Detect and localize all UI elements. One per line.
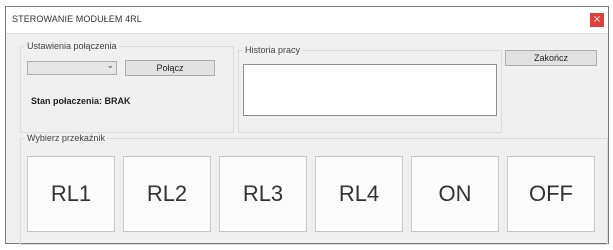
end-button[interactable]: Zakończ	[505, 50, 597, 66]
connection-status: Stan połaczenia: BRAK	[31, 96, 131, 106]
relay-select-group: Wybierz przekaźnik RL1 RL2 RL3 RL4 ON OF…	[20, 133, 608, 245]
relay-button-on[interactable]: ON	[411, 156, 499, 232]
history-legend: Historia pracy	[245, 45, 301, 55]
connection-settings-legend: Ustawienia połączenia	[27, 41, 117, 51]
chevron-down-icon[interactable]: ⌄	[106, 61, 114, 71]
relay-button-rl1[interactable]: RL1	[27, 156, 115, 232]
relay-button-rl2[interactable]: RL2	[123, 156, 211, 232]
relay-button-off[interactable]: OFF	[507, 156, 595, 232]
history-textbox[interactable]	[243, 64, 497, 116]
connect-button[interactable]: Połącz	[125, 60, 215, 76]
close-button[interactable]: ×	[590, 13, 604, 27]
port-select[interactable]: ⌄	[27, 61, 117, 75]
relay-button-rl3[interactable]: RL3	[219, 156, 307, 232]
relay-select-legend: Wybierz przekaźnik	[27, 133, 105, 143]
title-bar: STEROWANIE MODUŁEM 4RL ×	[6, 7, 608, 34]
main-window: STEROWANIE MODUŁEM 4RL × Ustawienia połą…	[5, 6, 609, 245]
history-group: Historia pracy	[238, 45, 502, 133]
window-title: STEROWANIE MODUŁEM 4RL	[12, 14, 142, 24]
relay-button-rl4[interactable]: RL4	[315, 156, 403, 232]
connection-settings-group: Ustawienia połączenia ⌄ Połącz Stan poła…	[20, 41, 234, 133]
